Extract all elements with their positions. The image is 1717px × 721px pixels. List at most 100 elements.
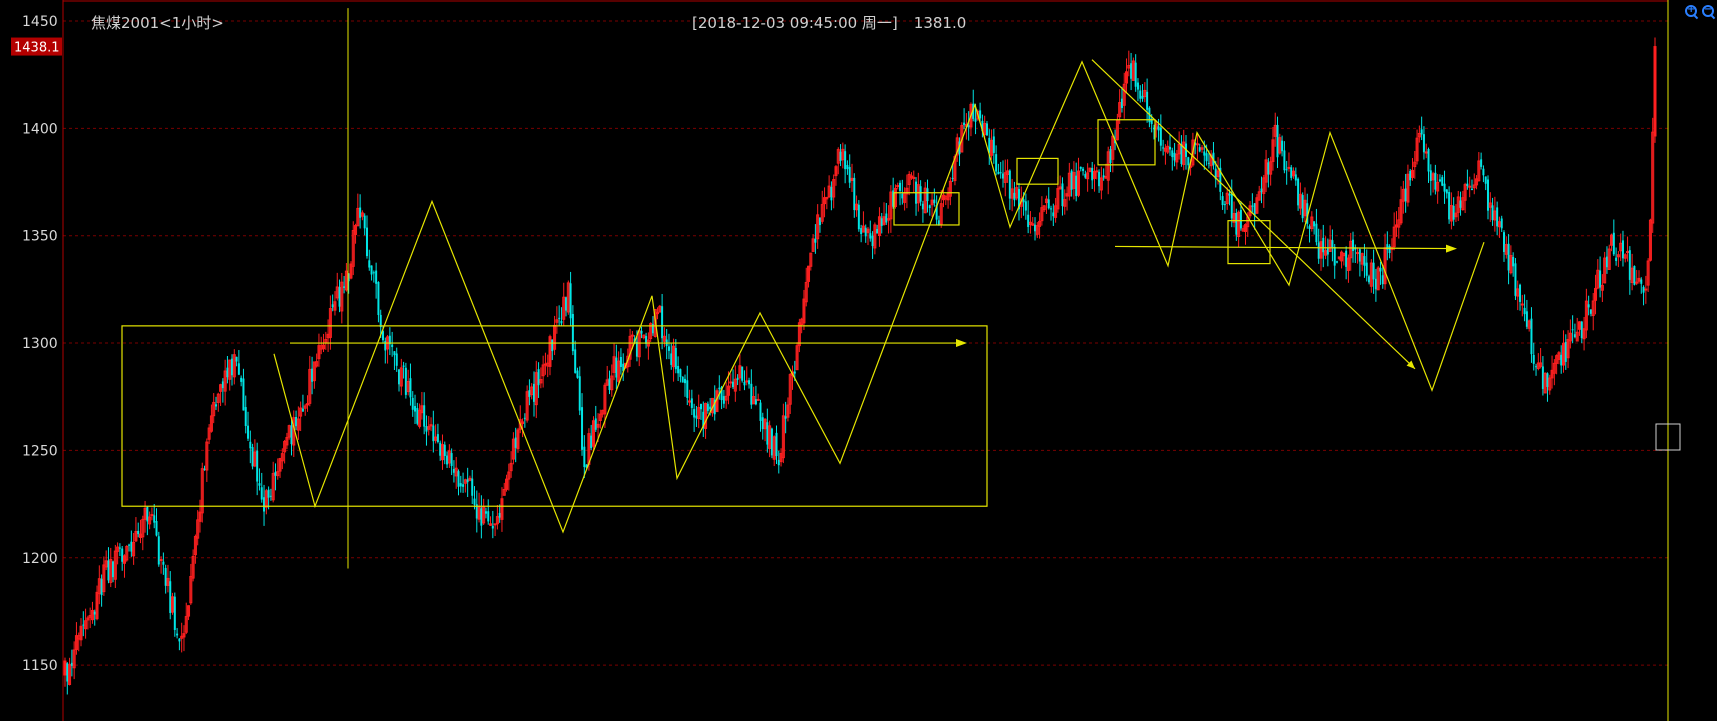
- candle-body: [681, 376, 684, 383]
- candle-body: [921, 203, 924, 210]
- cursor-value: 1381.0: [913, 14, 967, 32]
- candle-body: [532, 383, 535, 402]
- candle-body: [766, 422, 769, 445]
- candle-body: [951, 177, 954, 179]
- candle-body: [244, 407, 247, 427]
- candle-body: [363, 215, 366, 229]
- candle-body: [576, 370, 579, 378]
- candle-body: [1139, 90, 1142, 99]
- candle-body: [1441, 177, 1444, 186]
- candle-body: [263, 497, 266, 512]
- candle-body: [157, 536, 160, 565]
- candle-body: [402, 365, 405, 367]
- candle-body: [176, 633, 179, 636]
- candle-body: [770, 428, 773, 456]
- candle-body: [242, 378, 245, 411]
- candle-body: [1642, 286, 1645, 293]
- candle-body: [1409, 170, 1412, 181]
- candle-body: [679, 369, 682, 378]
- candle-body: [423, 405, 426, 427]
- candle-body: [1084, 174, 1087, 178]
- drawing-tools: [121, 59, 1485, 534]
- candle-body: [1322, 237, 1325, 253]
- zoom-out-icon[interactable]: −: [1701, 4, 1716, 20]
- candle-body: [1468, 185, 1472, 188]
- candle-body: [1388, 246, 1391, 254]
- candle-body: [608, 378, 611, 390]
- candle-body: [1260, 188, 1263, 193]
- candle-body: [750, 383, 753, 405]
- candle-body: [937, 220, 940, 225]
- candle-body: [1205, 153, 1208, 162]
- candle-body: [1372, 262, 1375, 280]
- candle-body: [748, 380, 751, 385]
- candle-body: [237, 363, 240, 375]
- candle-body: [635, 341, 638, 357]
- candle-body: [226, 367, 229, 378]
- candle-body: [571, 314, 574, 352]
- candle-body: [839, 151, 842, 161]
- candle-body: [1459, 200, 1462, 208]
- candle-body: [377, 282, 380, 315]
- candle-body: [159, 559, 163, 562]
- candle-body: [466, 479, 469, 483]
- candle-body: [1512, 256, 1515, 267]
- candle-body: [240, 377, 243, 382]
- candle-body: [709, 406, 712, 410]
- candle-body: [1404, 188, 1407, 202]
- candle-body: [1519, 284, 1522, 302]
- candle-body: [162, 561, 165, 565]
- candle-body: [619, 356, 622, 368]
- candle-body: [581, 407, 584, 450]
- candle-body: [379, 314, 382, 328]
- candle-body: [1070, 170, 1073, 190]
- candle-body: [1251, 205, 1254, 207]
- candle-body: [331, 304, 334, 308]
- candle-body: [1491, 205, 1494, 221]
- candle-body: [1141, 95, 1144, 99]
- candle-body: [901, 193, 904, 199]
- y-tick-label: 1450: [22, 14, 58, 30]
- candle-body: [384, 340, 387, 351]
- candle-body: [1134, 62, 1137, 87]
- candle-body: [793, 371, 796, 374]
- candle-body: [1633, 265, 1636, 285]
- zoom-controls: + −: [1684, 4, 1716, 20]
- price-tag-label: 1438.1: [14, 41, 60, 56]
- candle-body: [484, 511, 487, 514]
- candle-body: [558, 317, 561, 319]
- price-chart[interactable]: 1150 1200 1250 1300 1350 1400 1450 1438.1: [0, 0, 1717, 721]
- candle-body: [926, 188, 929, 202]
- zoom-in-icon[interactable]: +: [1684, 4, 1699, 20]
- candle-body: [1301, 195, 1304, 219]
- candle-body: [864, 227, 867, 237]
- candle-body: [857, 204, 860, 230]
- candle-body: [1546, 373, 1549, 387]
- candle-body: [1589, 309, 1592, 314]
- candle-body: [1276, 124, 1279, 158]
- consolidation-box: [1016, 157, 1059, 185]
- candle-body: [462, 484, 465, 487]
- candle-body: [457, 471, 460, 487]
- candle-body: [885, 213, 888, 223]
- candle-body: [594, 418, 597, 430]
- candle-body: [729, 381, 733, 384]
- candle-body: [1326, 247, 1329, 255]
- candle-body: [560, 320, 563, 324]
- candle-body: [1136, 82, 1139, 90]
- candle-body: [1352, 239, 1355, 251]
- candle-body: [1091, 167, 1094, 181]
- candle-body: [370, 265, 373, 275]
- candle-body: [1203, 151, 1206, 156]
- candle-body: [1466, 183, 1469, 187]
- candle-body: [1438, 179, 1441, 182]
- candle-body: [118, 547, 121, 549]
- candle-body: [718, 387, 721, 390]
- candle-body: [1336, 261, 1338, 263]
- candle-body: [1560, 354, 1563, 366]
- candle-body: [1532, 354, 1535, 364]
- candle-body: [359, 207, 362, 218]
- candle-body: [169, 581, 172, 614]
- candle-body: [967, 125, 970, 128]
- candle-body: [1587, 304, 1590, 308]
